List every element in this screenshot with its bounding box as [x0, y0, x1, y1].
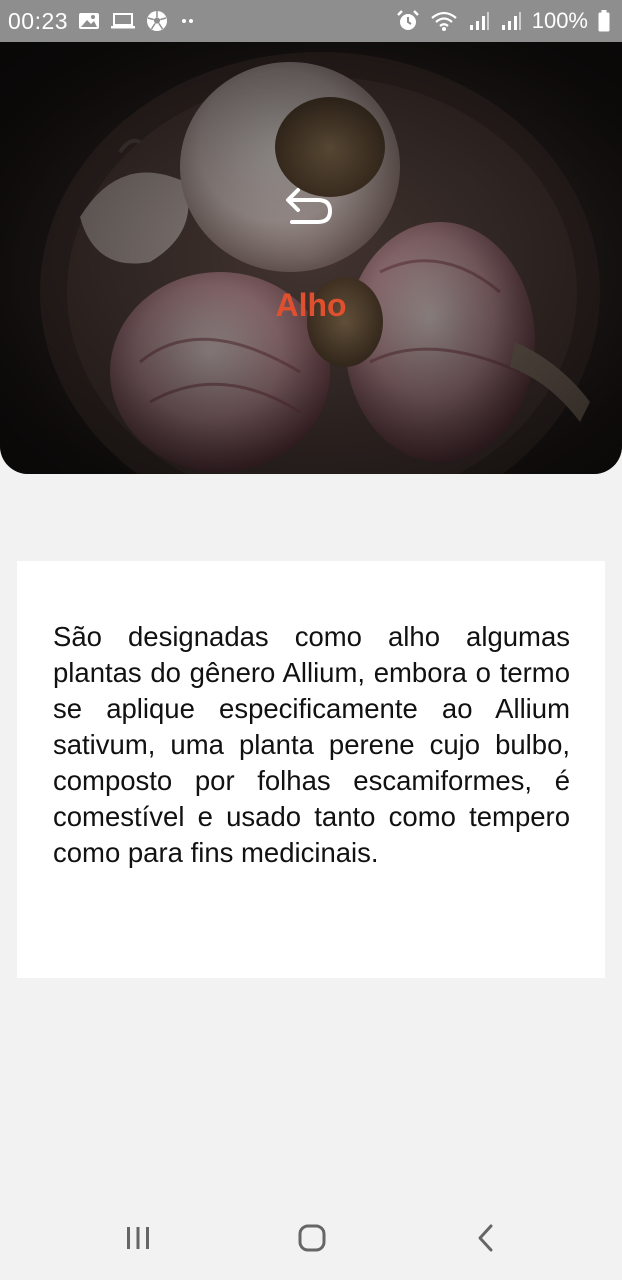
- soccer-ball-icon: [146, 10, 168, 32]
- battery-icon: [598, 10, 610, 32]
- garlic-photo: [0, 42, 622, 474]
- description-text: São designadas como alho algumas plantas…: [53, 621, 570, 868]
- nav-back-button[interactable]: [456, 1218, 516, 1262]
- more-dots-icon: [178, 17, 198, 25]
- home-icon: [297, 1223, 327, 1258]
- page-title: Alho: [275, 287, 347, 323]
- signal-icon-2: [500, 11, 522, 31]
- laptop-icon: [110, 12, 136, 30]
- home-button[interactable]: [282, 1218, 342, 1262]
- status-time: 00:23: [8, 7, 69, 34]
- back-chevron-icon: [476, 1223, 496, 1258]
- description-card: São designadas como alho algumas plantas…: [17, 561, 605, 978]
- status-left: 00:23: [8, 8, 198, 35]
- back-button[interactable]: [280, 182, 340, 232]
- recents-button[interactable]: [108, 1218, 168, 1262]
- battery-percentage: 100%: [531, 8, 588, 33]
- hero-image: Alho: [0, 42, 622, 474]
- alarm-icon: [396, 10, 420, 32]
- status-right: 100%: [396, 8, 610, 34]
- signal-icon: [468, 11, 490, 31]
- undo-arrow-icon: [284, 182, 336, 233]
- wifi-icon: [430, 10, 458, 32]
- recents-icon: [123, 1225, 153, 1256]
- status-bar: 00:23 100%: [0, 0, 622, 42]
- image-icon: [78, 12, 100, 30]
- navigation-bar: [0, 1200, 622, 1280]
